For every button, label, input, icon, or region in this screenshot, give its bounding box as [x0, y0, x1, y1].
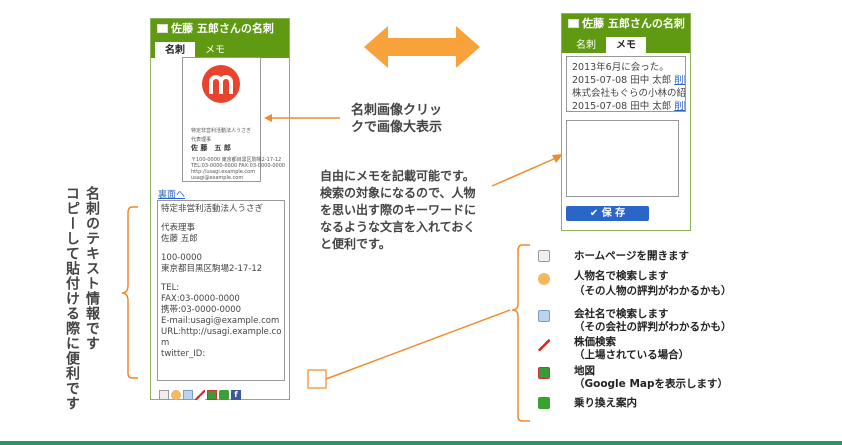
- image-click-caption: 名刺画像クリッ クで画像大表示: [351, 103, 443, 135]
- legend-homepage-text: ホームページを開きます: [574, 250, 689, 262]
- left-bracket-shape: [121, 206, 138, 379]
- card-org-text: 特定非営利活動法人うさぎ: [191, 128, 252, 134]
- person-search-icon: [538, 273, 550, 285]
- vertical-caption-primary: 名刺のテキスト情報です: [84, 186, 100, 351]
- card-text-line: 100-0000: [161, 253, 202, 263]
- legend-company-search-note: （その会社の評判がわかるかも）: [574, 321, 732, 333]
- card-text-line: twitter_ID:: [161, 349, 206, 359]
- card-text-line: E-mail:usagi@example.com: [161, 316, 280, 326]
- stock-chart-icon: [538, 339, 550, 351]
- card-icon: [568, 19, 579, 28]
- company-search-icon[interactable]: [183, 389, 193, 400]
- legend-stock-note: （上場されている場合）: [574, 349, 690, 361]
- memo-entry: 2013年6月に会った。: [572, 62, 669, 73]
- switch-double-arrow: [364, 26, 480, 68]
- legend-map-text: 地図: [574, 365, 595, 377]
- stock-chart-icon[interactable]: [195, 389, 205, 400]
- back-side-link[interactable]: 裏面へ: [158, 187, 185, 200]
- legend-person-search-text: 人物名で検索します: [574, 270, 669, 282]
- legend-person-search-note: （その人物の評判がわかるかも）: [574, 285, 732, 297]
- map-icon: [538, 367, 550, 379]
- action-icon-row: f: [159, 384, 243, 403]
- right-panel-title: 佐藤 五郎さんの名刺: [562, 14, 690, 33]
- image-click-arrow: [264, 114, 340, 122]
- card-small-line: usagi@example.com: [191, 175, 244, 181]
- tab-card[interactable]: 名刺: [566, 37, 606, 55]
- business-card-image[interactable]: 特定非営利活動法人うさぎ 代表理事 佐 藤 五 郎 〒100-0000 東京都目…: [182, 57, 285, 182]
- legend-bracket-shape: [307, 244, 530, 422]
- card-text-line: m: [161, 338, 170, 348]
- card-text-line: FAX:03-0000-0000: [161, 294, 240, 304]
- memo-meta: 2015-07-08 田中 太郎 削除: [572, 100, 685, 111]
- memo-textarea[interactable]: [566, 120, 679, 197]
- homepage-icon: [538, 250, 550, 262]
- card-text-line: 特定非営利活動法人うさぎ: [161, 204, 264, 214]
- tab-memo[interactable]: メモ: [606, 37, 646, 55]
- delete-link[interactable]: 削除: [674, 101, 685, 111]
- card-text-line: 代表理事: [161, 223, 196, 233]
- map-icon[interactable]: [207, 389, 217, 400]
- company-search-icon: [538, 310, 550, 322]
- card-name-text: 佐 藤 五 郎: [191, 144, 231, 152]
- usagi-logo-icon: [202, 65, 240, 103]
- card-text-line: 東京都目黒区駒場2-17-12: [161, 264, 263, 274]
- homepage-icon[interactable]: [159, 389, 169, 400]
- legend-company-search-text: 会社名で検索します: [574, 308, 669, 320]
- legend-train-text: 乗り換え案内: [574, 397, 637, 409]
- memo-meta: 2015-07-08 田中 太郎 削除: [572, 74, 685, 87]
- card-text-line: 携帯:03-0000-0000: [161, 305, 242, 315]
- right-tab-bar: 名刺 メモ: [562, 33, 690, 55]
- left-tab-bar: 名刺 メモ: [151, 38, 289, 60]
- vertical-caption-secondary: コピーして貼付ける際に便利です: [64, 186, 80, 411]
- legend-stock-text: 株価検索: [574, 336, 616, 348]
- facebook-icon[interactable]: f: [231, 389, 241, 400]
- card-text-line: URL:http://usagi.example.co: [161, 327, 282, 337]
- person-search-icon[interactable]: [171, 389, 181, 400]
- train-icon: [538, 397, 550, 409]
- train-icon[interactable]: [219, 389, 229, 400]
- memo-arrow: [491, 154, 563, 187]
- memo-entry: 株式会社もぐらの小林の紹介: [572, 88, 686, 99]
- card-text-box[interactable]: 特定非営利活動法人うさぎ 代表理事 佐藤 五郎 100-0000 東京都目黒区駒…: [157, 200, 285, 381]
- legend-map-note: （Google Mapを表示します）: [574, 378, 728, 390]
- left-panel-title: 佐藤 五郎さんの名刺: [151, 19, 289, 38]
- save-button[interactable]: ✔ 保 存: [566, 206, 649, 221]
- delete-link[interactable]: 削除: [674, 75, 685, 86]
- card-text-line: 佐藤 五郎: [161, 234, 198, 244]
- bottom-divider: [0, 441, 842, 445]
- card-icon: [157, 24, 168, 33]
- card-text-line: TEL:: [161, 283, 180, 293]
- memo-list: 2013年6月に会った。 2015-07-08 田中 太郎 削除 株式会社もぐら…: [566, 56, 686, 112]
